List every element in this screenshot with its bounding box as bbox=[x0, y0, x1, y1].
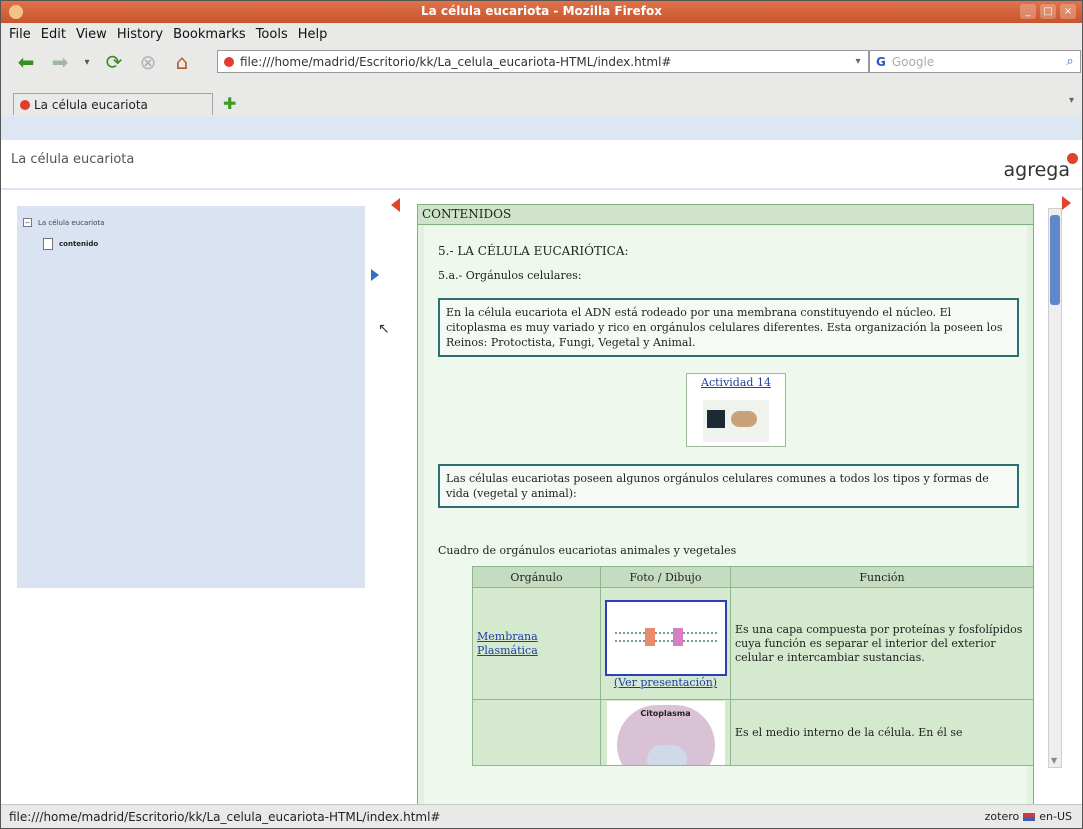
status-text: file:///home/madrid/Escritorio/kk/La_cel… bbox=[9, 809, 441, 824]
search-input[interactable]: Google bbox=[892, 55, 1060, 69]
table-row: Membrana Plasmática (Ver presentación) E… bbox=[472, 587, 1033, 700]
title-bar: La célula eucariota - Mozilla Firefox _ … bbox=[1, 1, 1082, 23]
logo-dot bbox=[1067, 153, 1078, 164]
menu-edit[interactable]: Edit bbox=[41, 27, 66, 42]
tab-la-celula-eucariota[interactable]: La célula eucariota bbox=[13, 93, 213, 115]
forward-arrow-icon[interactable]: ➡ bbox=[47, 50, 73, 74]
table-header-row: Orgánulo Foto / Dibujo Función bbox=[472, 566, 1033, 588]
section-title: 5.- LA CÉLULA EUCARIÓTICA: bbox=[438, 244, 629, 258]
col-header-photo: Foto / Dibujo bbox=[600, 566, 731, 588]
history-dropdown-icon[interactable]: ▾ bbox=[81, 50, 93, 74]
page-favicon-icon bbox=[224, 56, 234, 67]
organelle-cell: Membrana Plasmática bbox=[472, 587, 601, 700]
contents-panel: CONTENIDOS 5.- LA CÉLULA EUCARIÓTICA: 5.… bbox=[417, 204, 1034, 804]
close-button[interactable]: × bbox=[1060, 4, 1076, 19]
browser-window: La célula eucariota - Mozilla Firefox _ … bbox=[0, 0, 1083, 829]
protein-shape bbox=[672, 628, 683, 646]
organelle-link-membrana[interactable]: Membrana Plasmática bbox=[473, 630, 600, 658]
cytoplasm-label: Citoplasma bbox=[640, 708, 691, 718]
function-cell: Es el medio interno de la célula. En él … bbox=[730, 699, 1033, 766]
document-icon bbox=[43, 238, 53, 250]
panel-splitter[interactable] bbox=[367, 206, 383, 588]
protein-shape bbox=[644, 628, 655, 646]
tree-root-item[interactable]: − La célula eucariota bbox=[23, 218, 104, 227]
reload-icon[interactable]: ⟳ bbox=[101, 50, 127, 74]
menu-view[interactable]: View bbox=[76, 27, 107, 42]
status-bar: file:///home/madrid/Escritorio/kk/La_cel… bbox=[1, 804, 1082, 828]
minimize-button[interactable]: _ bbox=[1020, 4, 1036, 19]
tree-child-label[interactable]: contenido bbox=[59, 240, 98, 248]
search-engine-icon[interactable]: G bbox=[876, 55, 886, 69]
scroll-down-arrow-icon[interactable]: ▼ bbox=[1051, 756, 1057, 765]
activity-link[interactable]: Actividad 14 bbox=[687, 376, 785, 389]
nucleus-shape bbox=[646, 744, 687, 765]
activity-card[interactable]: Actividad 14 bbox=[686, 373, 786, 447]
menu-tools[interactable]: Tools bbox=[256, 27, 288, 42]
window-title: La célula eucariota - Mozilla Firefox bbox=[421, 4, 662, 18]
thumbnail-cell-image bbox=[731, 411, 757, 427]
subsection-title: 5.a.- Orgánulos celulares: bbox=[438, 269, 582, 282]
navigation-tree-panel: − La célula eucariota contenido bbox=[17, 206, 365, 588]
tab-label: La célula eucariota bbox=[34, 97, 148, 112]
info-box-nucleus: En la célula eucariota el ADN está rodea… bbox=[438, 298, 1019, 357]
organelle-cell bbox=[472, 699, 601, 766]
view-presentation-link[interactable]: (Ver presentación) bbox=[601, 676, 730, 689]
thumbnail-dark-image bbox=[707, 410, 725, 428]
status-right: zotero en-US bbox=[985, 810, 1072, 823]
tree-child-item[interactable]: contenido bbox=[43, 238, 98, 250]
contents-body: 5.- LA CÉLULA EUCARIÓTICA: 5.a.- Orgánul… bbox=[424, 226, 1033, 804]
navigation-toolbar: ⬅ ➡ ▾ ⟳ ⊗ ⌂ file:///home/madrid/Escritor… bbox=[1, 45, 1082, 79]
locale-flag-icon bbox=[1023, 812, 1036, 821]
tree-collapse-icon[interactable]: − bbox=[23, 218, 32, 227]
stop-icon[interactable]: ⊗ bbox=[135, 50, 161, 74]
url-dropdown-icon[interactable]: ▾ bbox=[848, 56, 868, 67]
table-caption: Cuadro de orgánulos eucariotas animales … bbox=[438, 544, 737, 557]
mouse-cursor-icon: ↖ bbox=[378, 321, 390, 337]
page-content: La célula eucariota agrega − La célula e… bbox=[1, 116, 1082, 804]
agrega-logo: agrega bbox=[1003, 153, 1078, 181]
logo-text: agrega bbox=[1003, 159, 1071, 181]
home-icon[interactable]: ⌂ bbox=[169, 50, 195, 74]
expand-panel-arrow-icon[interactable] bbox=[371, 269, 379, 281]
maximize-button[interactable]: □ bbox=[1040, 4, 1056, 19]
col-header-function: Función bbox=[730, 566, 1033, 588]
menu-file[interactable]: File bbox=[9, 27, 31, 42]
page-title: La célula eucariota bbox=[11, 152, 135, 167]
vertical-scrollbar[interactable]: ▼ bbox=[1048, 208, 1062, 768]
menu-history[interactable]: History bbox=[117, 27, 163, 42]
menu-bar: File Edit View History Bookmarks Tools H… bbox=[1, 23, 1082, 45]
table-row: Citoplasma Es el medio interno de la cél… bbox=[472, 699, 1033, 766]
organelles-table: Orgánulo Foto / Dibujo Función Membrana … bbox=[472, 566, 1033, 766]
info-box-organelles: Las células eucariotas poseen algunos or… bbox=[438, 464, 1019, 508]
tab-bar: La célula eucariota ✚ ▾ bbox=[1, 89, 1082, 115]
contents-header: CONTENIDOS bbox=[418, 205, 1033, 225]
photo-cell: Citoplasma bbox=[600, 699, 731, 766]
locale-label[interactable]: en-US bbox=[1039, 810, 1072, 823]
function-cell: Es una capa compuesta por proteínas y fo… bbox=[730, 587, 1033, 700]
collapse-left-arrow-icon[interactable] bbox=[391, 198, 400, 212]
scrollbar-thumb[interactable] bbox=[1050, 215, 1060, 305]
menu-help[interactable]: Help bbox=[298, 27, 328, 42]
activity-thumbnail[interactable] bbox=[703, 400, 769, 442]
zotero-label[interactable]: zotero bbox=[985, 810, 1020, 823]
page-header: La célula eucariota agrega bbox=[1, 140, 1082, 190]
back-arrow-icon[interactable]: ⬅ bbox=[13, 50, 39, 74]
tab-list-chevron-icon[interactable]: ▾ bbox=[1069, 95, 1074, 106]
url-bar[interactable]: file:///home/madrid/Escritorio/kk/La_cel… bbox=[217, 50, 869, 73]
search-bar[interactable]: G Google ⌕ bbox=[869, 50, 1081, 73]
search-icon[interactable]: ⌕ bbox=[1060, 54, 1080, 69]
next-page-arrow-icon[interactable] bbox=[1062, 196, 1071, 210]
photo-cell: (Ver presentación) bbox=[600, 587, 731, 700]
url-text[interactable]: file:///home/madrid/Escritorio/kk/La_cel… bbox=[240, 55, 848, 69]
tab-favicon-icon bbox=[20, 99, 30, 110]
new-tab-plus-icon[interactable]: ✚ bbox=[223, 94, 236, 113]
lipid-bilayer-shape bbox=[614, 632, 717, 642]
tree-root-label[interactable]: La célula eucariota bbox=[38, 219, 104, 227]
col-header-organelle: Orgánulo bbox=[472, 566, 601, 588]
window-controls: _ □ × bbox=[1020, 4, 1076, 19]
menu-bookmarks[interactable]: Bookmarks bbox=[173, 27, 246, 42]
top-strip bbox=[1, 116, 1082, 140]
cytoplasm-diagram-image[interactable]: Citoplasma bbox=[606, 700, 725, 765]
membrane-diagram-image[interactable] bbox=[604, 600, 727, 676]
